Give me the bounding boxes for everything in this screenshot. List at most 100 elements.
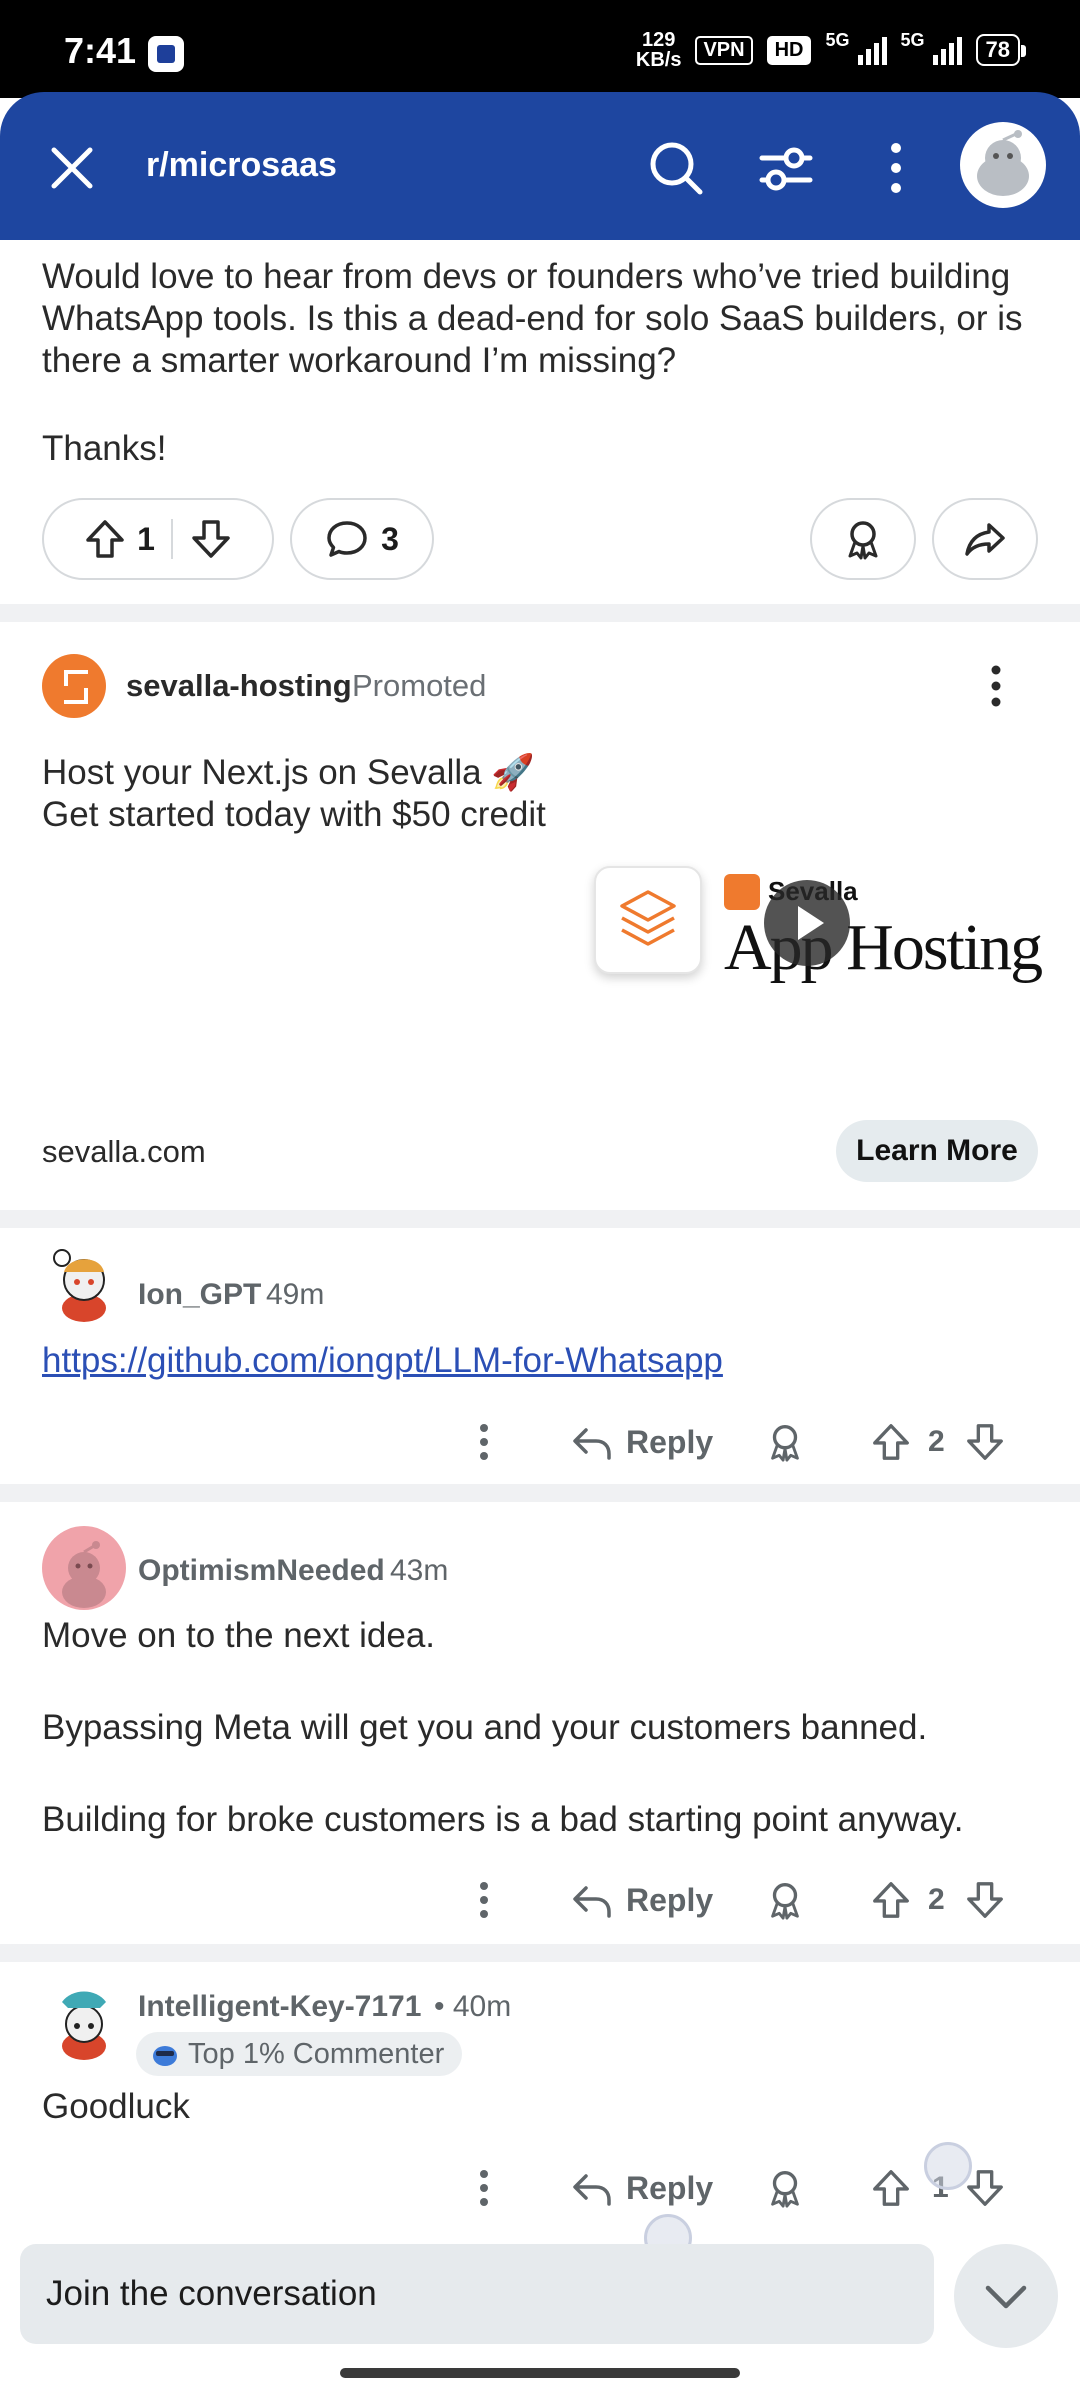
- comment-body: Goodluck: [42, 2087, 190, 2126]
- ad-video-thumbnail[interactable]: Sevalla App Hosting: [576, 740, 1043, 1106]
- snoo-avatar-icon: [42, 1980, 126, 2064]
- section-divider: [0, 604, 1080, 622]
- advertiser-name[interactable]: sevalla-hosting: [126, 668, 352, 704]
- comment-body: https://github.com/iongpt/LLM-for-Whatsa…: [42, 1340, 723, 1382]
- comment-avatar[interactable]: [42, 1238, 126, 1322]
- close-button[interactable]: [40, 136, 104, 200]
- section-divider: [0, 1944, 1080, 1962]
- subreddit-title[interactable]: r/microsaas: [146, 146, 337, 185]
- downvote-icon[interactable]: [189, 517, 233, 561]
- reply-icon: [573, 1428, 611, 1460]
- share-icon: [965, 523, 1005, 556]
- award-icon: [771, 1883, 799, 1920]
- promoted-label: Promoted: [352, 668, 487, 703]
- sort-filter-button[interactable]: [754, 136, 818, 200]
- post-body-text: Would love to hear from devs or founders…: [42, 257, 1023, 380]
- reply-label: Reply: [626, 1881, 714, 1918]
- filter-icon: [759, 147, 813, 191]
- snoo-avatar-icon: [42, 1526, 126, 1610]
- post-award-button[interactable]: [810, 498, 916, 580]
- post-vote-count: 1: [137, 520, 155, 557]
- reply-button[interactable]: Reply: [570, 1870, 713, 1930]
- post-body: Would love to hear from devs or founders…: [42, 256, 1042, 470]
- more-vertical-icon: [480, 2170, 488, 2206]
- comment-vote-count-wrap: 2: [928, 1412, 945, 1472]
- snoo-avatar-icon: [977, 130, 1029, 196]
- reply-icon: [573, 1886, 611, 1918]
- comment-downvote-button[interactable]: [964, 1870, 1006, 1930]
- comment-link[interactable]: https://github.com/iongpt/LLM-for-Whatsa…: [42, 1341, 723, 1380]
- ad-more-options-button[interactable]: [974, 662, 1018, 710]
- battery-indicator: 78: [975, 34, 1027, 66]
- sevalla-logo-icon: [724, 874, 760, 910]
- reply-button[interactable]: Reply: [570, 2158, 713, 2218]
- comment-more-button[interactable]: [474, 1870, 494, 1930]
- comment-upvote-button[interactable]: [870, 2158, 912, 2218]
- more-vertical-icon: [991, 665, 1001, 707]
- more-vertical-icon: [891, 143, 901, 193]
- comment-award-button[interactable]: [764, 1870, 806, 1930]
- status-bar: 7:41 129 KB/s VPN HD 5G 5G 78: [0, 0, 1080, 98]
- network-speed-unit: KB/s: [635, 49, 682, 71]
- comment-time: • 40m: [434, 1990, 512, 2023]
- play-icon[interactable]: [764, 880, 850, 966]
- advertiser-logo[interactable]: [42, 654, 106, 718]
- ad-headline[interactable]: Host your Next.js on Sevalla 🚀 Get start…: [42, 752, 562, 836]
- upvote-icon: [873, 1882, 909, 1918]
- comment-body: Move on to the next idea. Bypassing Meta…: [42, 1615, 1042, 1841]
- join-conversation-input[interactable]: Join the conversation: [20, 2244, 934, 2344]
- post-comments-button[interactable]: 3: [290, 498, 434, 580]
- comment-author[interactable]: Ion_GPT: [138, 1278, 261, 1312]
- award-icon: [771, 2171, 799, 2208]
- comment-actions: Reply 2: [466, 1870, 1026, 1930]
- comment-paragraph: Move on to the next idea.: [42, 1616, 436, 1655]
- layers-icon: [620, 890, 676, 946]
- chevron-down-icon: [985, 2285, 1027, 2309]
- snoo-avatar-icon: [42, 1238, 126, 1322]
- hd-indicator: HD: [766, 35, 812, 65]
- network-type-1: 5G: [825, 30, 850, 50]
- comment-paragraph: Building for broke customers is a bad st…: [42, 1800, 964, 1839]
- ad-domain[interactable]: sevalla.com: [42, 1134, 206, 1170]
- search-button[interactable]: [644, 136, 708, 200]
- comment-award-button[interactable]: [764, 1412, 806, 1472]
- reply-button[interactable]: Reply: [570, 1412, 713, 1472]
- downvote-icon: [967, 1424, 1003, 1460]
- post-vote-bar: 1: [42, 498, 274, 580]
- comment-award-button[interactable]: [764, 2158, 806, 2218]
- user-flair: Top 1% Commenter: [136, 2032, 463, 2076]
- vpn-indicator: VPN: [695, 35, 753, 65]
- close-icon: [51, 147, 93, 189]
- comment-author[interactable]: Intelligent-Key-7171: [138, 1990, 421, 2024]
- network-type-2: 5G: [900, 30, 925, 50]
- more-vertical-icon: [480, 1882, 488, 1918]
- learn-more-button[interactable]: Learn More: [836, 1120, 1038, 1182]
- comment-author[interactable]: OptimismNeeded: [138, 1554, 385, 1588]
- user-avatar[interactable]: [960, 122, 1046, 208]
- comment-more-button[interactable]: [474, 2158, 494, 2218]
- comment-actions: Reply 2: [466, 1412, 1026, 1472]
- commenter-badge-icon: [153, 2046, 177, 2066]
- comment-more-button[interactable]: [474, 1412, 494, 1472]
- network-speed: 129 KB/s: [636, 30, 682, 70]
- notification-app-icon: [148, 36, 184, 72]
- post-share-button[interactable]: [932, 498, 1038, 580]
- app-header: r/microsaas: [0, 92, 1080, 240]
- reply-label: Reply: [626, 2169, 714, 2206]
- section-divider: [0, 1210, 1080, 1228]
- comment-vote-count-wrap: 2: [928, 1870, 945, 1930]
- comment-downvote-button[interactable]: [964, 1412, 1006, 1472]
- collapse-comments-button[interactable]: [954, 2244, 1058, 2348]
- section-divider: [0, 1484, 1080, 1502]
- comment-upvote-button[interactable]: [870, 1412, 912, 1472]
- post-comment-count: 3: [381, 520, 399, 557]
- more-options-button[interactable]: [864, 136, 928, 200]
- layers-logo-tile: [594, 866, 702, 974]
- comment-avatar[interactable]: [42, 1980, 126, 2064]
- comment-upvote-button[interactable]: [870, 1870, 912, 1930]
- network-speed-value: 129: [641, 29, 676, 51]
- comment-time: 49m: [266, 1278, 325, 1311]
- comment-avatar[interactable]: [42, 1526, 126, 1610]
- home-indicator[interactable]: [340, 2368, 740, 2378]
- upvote-icon[interactable]: [83, 517, 127, 561]
